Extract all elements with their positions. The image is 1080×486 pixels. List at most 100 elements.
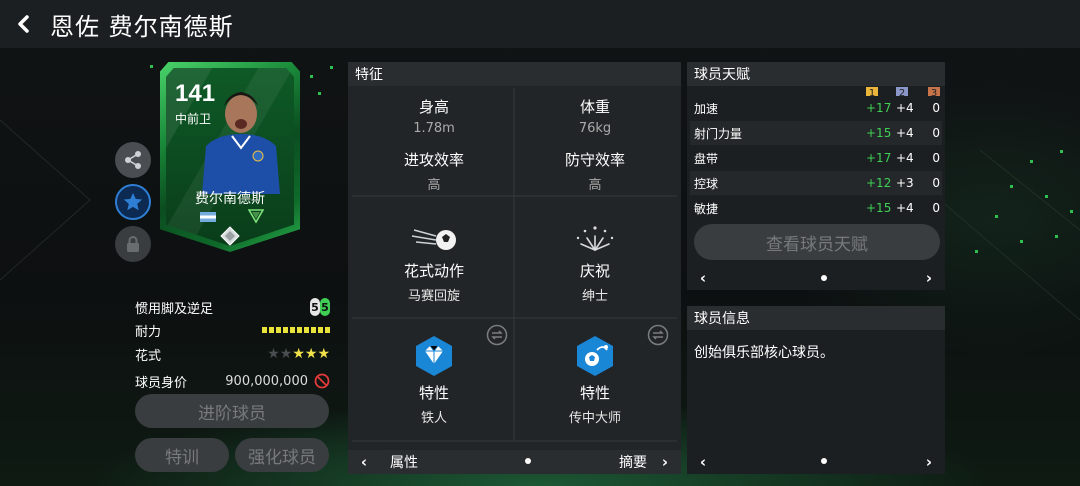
foot-rating-badge: 5 5 [310, 298, 330, 316]
talent-panel-title: 球员天赋 [687, 62, 945, 86]
talent-rank-2-value: +4 [896, 126, 914, 140]
star-icon: ★ [317, 346, 330, 362]
stamina-segment [297, 327, 302, 333]
talent-rank-3-value: 0 [932, 151, 940, 165]
pager-next-label[interactable]: 摘要 [619, 452, 647, 472]
stamina-segment [262, 327, 267, 333]
talent-rank-2-value: +4 [896, 101, 914, 115]
card-rating: 141 [175, 80, 216, 107]
talent-rank-3-value: 0 [932, 176, 940, 190]
talent-rank-3-value: 0 [932, 101, 940, 115]
talent-row: 加速 +17 +4 0 [690, 96, 942, 120]
foot-right-value: 5 [320, 298, 330, 316]
share-button[interactable] [115, 142, 151, 178]
advance-player-button[interactable]: 进阶球员 [135, 394, 329, 428]
talent-rank-1-value: +15 [866, 126, 892, 140]
trait-cell-2[interactable]: 特性 传中大师 [515, 334, 675, 426]
info-prev-button[interactable]: ‹ [693, 453, 713, 471]
celebration-value: 绅士 [581, 289, 608, 304]
swap-trait-1-icon[interactable] [486, 324, 508, 346]
attack-rate-label: 进攻效率 [403, 151, 464, 169]
cross-ball-trait-icon [577, 336, 613, 376]
info-next-button[interactable]: › [919, 453, 939, 471]
stamina-segment [276, 327, 281, 333]
skill-move-label: 花式动作 [403, 262, 464, 280]
foot-left-value: 5 [310, 298, 320, 316]
skill-label: 花式 [135, 348, 162, 364]
stamina-segment [269, 327, 274, 333]
stamina-segment [311, 327, 316, 333]
star-icon [123, 192, 143, 211]
stamina-segment [304, 327, 309, 333]
talent-rank-1-value: +17 [866, 101, 892, 115]
defense-rate-label: 防守效率 [564, 151, 625, 169]
trait-2-value: 传中大师 [568, 411, 621, 426]
talent-rank-3-value: 0 [932, 126, 940, 140]
argentina-flag-icon [200, 212, 216, 222]
talent-prev-button[interactable]: ‹ [693, 269, 713, 287]
traits-pager: ‹ 属性 摘要 › [348, 450, 681, 474]
talent-next-button[interactable]: › [919, 269, 939, 287]
trait-cell-1[interactable]: 特性 铁人 [354, 334, 514, 426]
star-icon: ★ [292, 346, 305, 362]
player-info-title: 球员信息 [687, 306, 945, 330]
info-pager: ‹ › [687, 450, 945, 474]
talent-row: 敏捷 +15 +4 0 [690, 196, 942, 220]
skill-row: 花式 ★ ★ ★ ★ ★ [135, 343, 330, 365]
pager-prev-label[interactable]: 属性 [390, 452, 418, 472]
lock-button[interactable] [115, 226, 151, 262]
talent-row: 控球 +12 +3 0 [690, 171, 942, 195]
defense-rate-cell: 防守效率 高 [515, 149, 675, 193]
trait-1-value: 铁人 [420, 411, 447, 426]
talent-rank-1-value: +12 [866, 176, 892, 190]
player-info-panel: 球员信息 创始俱乐部核心球员。 [687, 306, 945, 474]
skill-move-cell[interactable]: 花式动作 马赛回旋 [354, 222, 514, 304]
star-icon: ★ [267, 346, 280, 362]
header-bar: 恩佐 费尔南德斯 [0, 0, 1080, 48]
favorite-button[interactable] [115, 184, 151, 220]
talent-name: 控球 [694, 176, 719, 191]
height-value: 1.78m [413, 121, 455, 136]
back-button[interactable] [0, 0, 48, 48]
talent-page-dot [821, 275, 827, 281]
stamina-segment [325, 327, 330, 333]
swap-trait-2-icon[interactable] [647, 324, 669, 346]
club-crest-icon [248, 209, 264, 224]
talent-rank-2-value: +4 [896, 151, 914, 165]
skill-stars: ★ ★ ★ ★ ★ [267, 346, 330, 362]
ball-motion-icon [411, 229, 456, 250]
talent-name: 加速 [694, 101, 719, 116]
stamina-segment [290, 327, 295, 333]
player-card[interactable]: 141 中前卫 费尔南德斯 [160, 62, 300, 252]
talent-rank-3-value: 0 [932, 201, 940, 215]
pager-prev-button[interactable]: ‹ [354, 453, 374, 471]
star-icon: ★ [304, 346, 318, 362]
stamina-row: 耐力 [135, 319, 330, 341]
talent-row: 射门力量 +15 +4 0 [690, 121, 942, 145]
enhance-player-button[interactable]: 强化球员 [235, 438, 329, 472]
no-trade-icon [314, 373, 330, 389]
foot-label: 惯用脚及逆足 [135, 301, 214, 317]
star-icon: ★ [279, 346, 293, 362]
talent-row: 盘带 +17 +4 0 [690, 146, 942, 170]
price-label: 球员身价 [135, 375, 188, 391]
trait-1-label: 特性 [418, 384, 449, 402]
attack-rate-cell: 进攻效率 高 [354, 149, 514, 193]
price-value: 900,000,000 [225, 373, 308, 389]
fireworks-icon [576, 226, 614, 251]
traits-panel-title: 特征 [348, 62, 681, 86]
talent-name: 射门力量 [694, 126, 743, 141]
view-talent-button[interactable]: 查看球员天赋 [694, 224, 940, 260]
talent-rank-1-value: +15 [866, 201, 892, 215]
talent-rank-1-value: +17 [866, 151, 892, 165]
celebration-cell[interactable]: 庆祝 绅士 [515, 222, 675, 304]
diamond-trait-icon [416, 336, 452, 376]
talent-name: 盘带 [694, 151, 719, 166]
attack-rate-value: 高 [427, 178, 441, 193]
talent-rank-2-value: +3 [896, 176, 914, 190]
train-button[interactable]: 特训 [135, 438, 229, 472]
pager-next-button[interactable]: › [655, 453, 675, 471]
talent-rank-2-value: +4 [896, 201, 914, 215]
chevron-left-icon [18, 15, 29, 33]
card-position: 中前卫 [175, 112, 212, 126]
